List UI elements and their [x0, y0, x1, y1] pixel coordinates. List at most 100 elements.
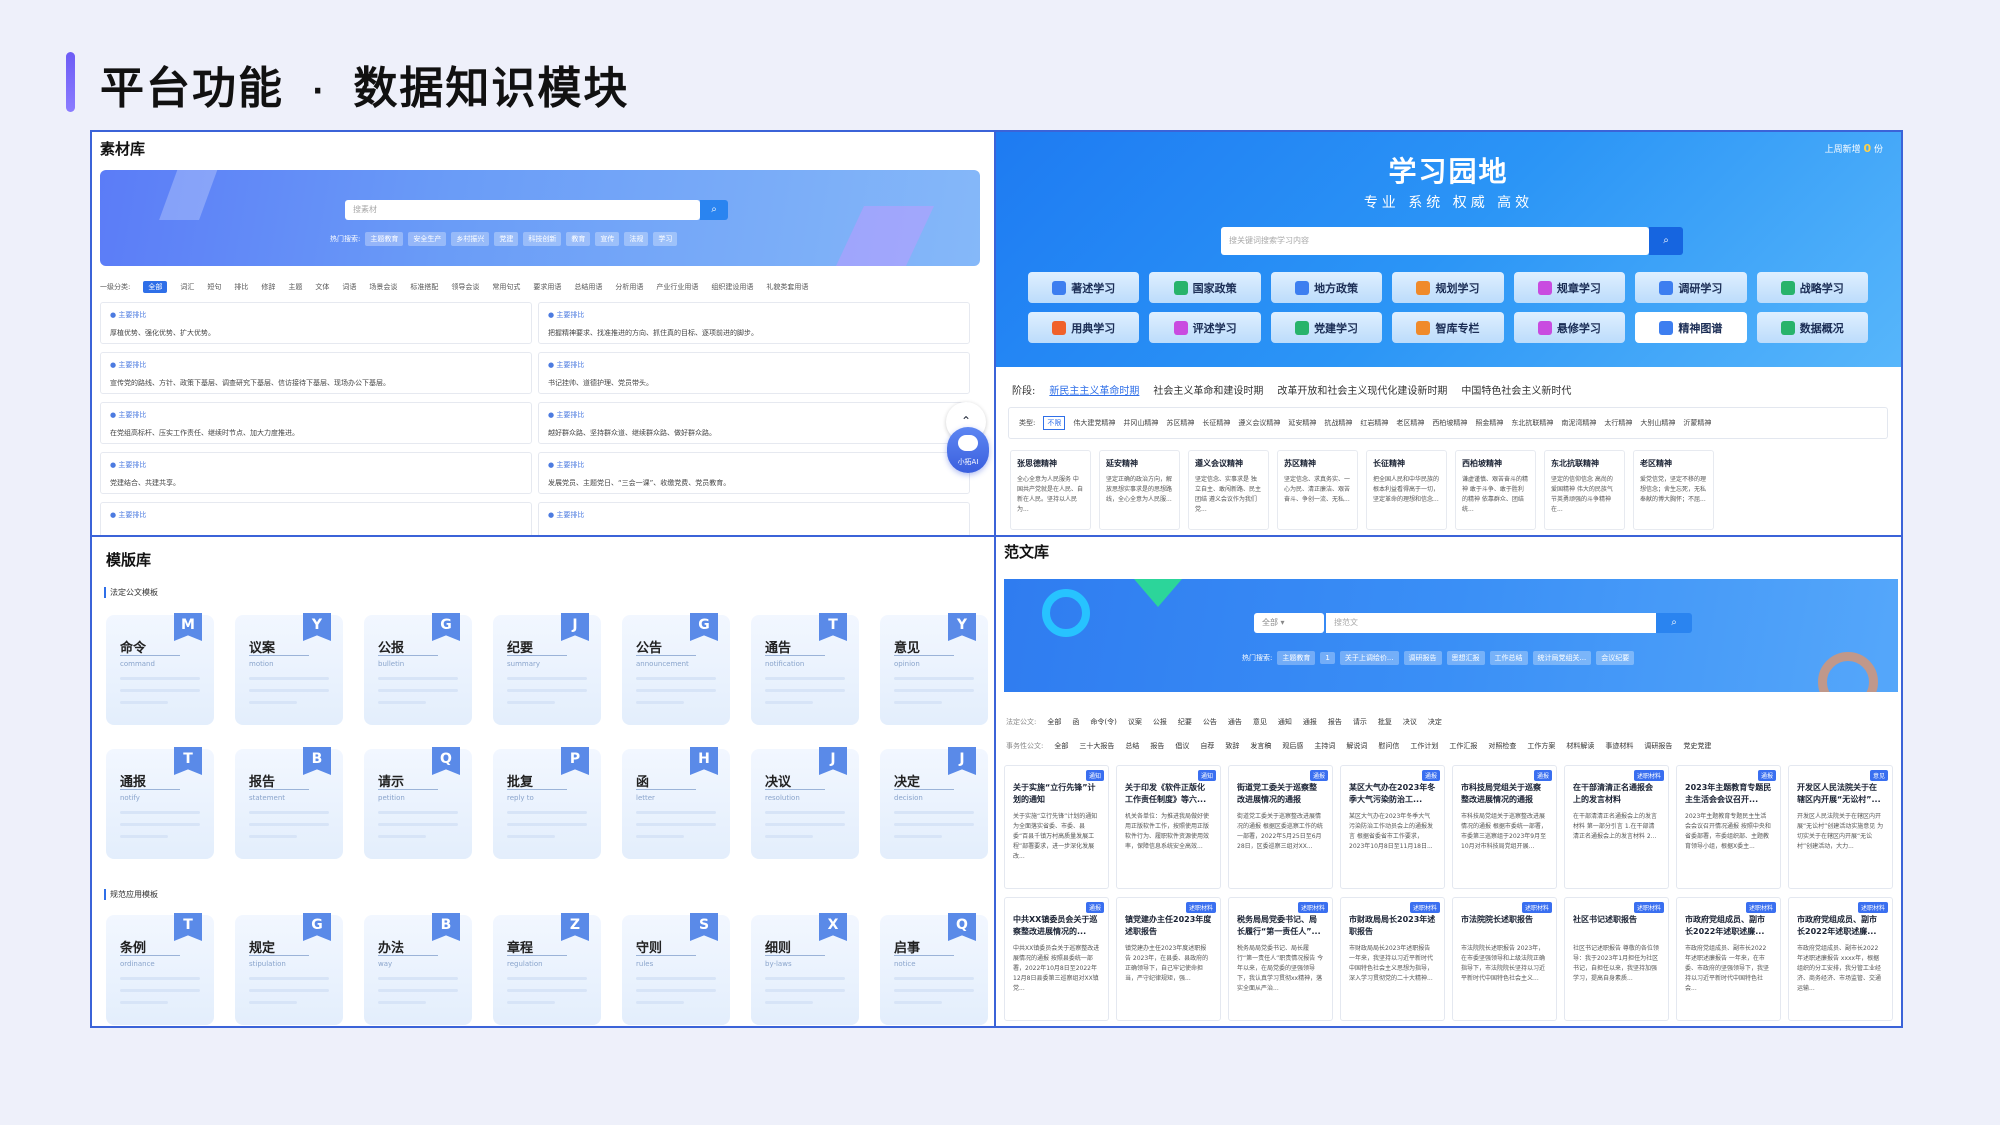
- category-item[interactable]: 全部: [143, 281, 168, 293]
- hot-search-tag[interactable]: 党建: [494, 232, 519, 246]
- study-category-button[interactable]: 数据概况: [1756, 312, 1868, 343]
- hot-search-tag[interactable]: 科技创新: [523, 232, 562, 246]
- affairs-item[interactable]: 慰问信: [1378, 741, 1399, 751]
- hot-search-tag[interactable]: 工作总结: [1489, 651, 1528, 665]
- legal-item[interactable]: 通知: [1278, 717, 1292, 727]
- study-category-button[interactable]: 评述学习: [1149, 312, 1261, 343]
- legal-item[interactable]: 函: [1072, 717, 1079, 727]
- sample-article-card[interactable]: 通报 市科技局党组关于巡察整改进展情况的通报 市科技局党组关于巡察整改进展情况的通报…: [1452, 765, 1557, 889]
- sample-article-card[interactable]: 通知 关于印发《软件正版化工作责任制度》等六... 机关各单位：为推进我局做好使用正…: [1116, 765, 1221, 889]
- legal-item[interactable]: 报告: [1328, 717, 1342, 727]
- list-item[interactable]: ● 主要排比: [538, 502, 970, 535]
- list-item[interactable]: ● 主要排比 书记挂帅、道德护理、党员带头。: [538, 352, 970, 394]
- affairs-item[interactable]: 对照检查: [1488, 741, 1516, 751]
- type-item[interactable]: 延安精神: [1288, 418, 1316, 428]
- template-card[interactable]: Q 启事 notice: [880, 913, 988, 1025]
- spirit-card[interactable]: 苏区精神 坚定信念、求真务实、一心为民、清正廉洁、艰苦奋斗、争创一流、无私...: [1277, 450, 1358, 530]
- samples-search-input[interactable]: 搜范文: [1326, 613, 1656, 633]
- template-card[interactable]: G 公告 announcement: [622, 613, 730, 725]
- spirit-card[interactable]: 遵义会议精神 坚定信念、实事求是 独立自主、敢闯新路、民主团结 遵义会议作为我们党…: [1188, 450, 1269, 530]
- category-item[interactable]: 场景会谈: [369, 282, 397, 292]
- spirit-card[interactable]: 长征精神 把全国人民和中华民族的根本利益看得高于一切，坚定革命的理想和信念...: [1366, 450, 1447, 530]
- sample-article-card[interactable]: 通报 中共XX镇委员会关于巡察整改进展情况的... 中共XX镇委员会关于巡察整改进展…: [1004, 897, 1109, 1021]
- legal-item[interactable]: 全部: [1047, 717, 1061, 727]
- affairs-item[interactable]: 发言稿: [1250, 741, 1271, 751]
- type-item[interactable]: 东北抗联精神: [1511, 418, 1553, 428]
- category-item[interactable]: 组织建设用语: [711, 282, 753, 292]
- category-item[interactable]: 礼貌类套用语: [766, 282, 808, 292]
- affairs-item[interactable]: 工作方案: [1527, 741, 1555, 751]
- hot-search-tag[interactable]: 思想汇报: [1446, 651, 1485, 665]
- study-category-button[interactable]: 战略学习: [1756, 272, 1868, 303]
- sample-article-card[interactable]: 述职材料 市财政局局长2023年述职报告 市财政局局长2023年述职报告 一年来，我…: [1340, 897, 1445, 1021]
- type-item[interactable]: 遵义会议精神: [1238, 418, 1280, 428]
- spirit-card[interactable]: 老区精神 爱党信党，坚定不移的理想信念；舍生忘死，无私奉献的博大胸怀；不屈...: [1633, 450, 1714, 530]
- study-category-button[interactable]: 精神图谱: [1635, 312, 1747, 343]
- legal-item[interactable]: 公报: [1153, 717, 1167, 727]
- study-search-button[interactable]: ⌕: [1649, 227, 1683, 255]
- affairs-item[interactable]: 主持词: [1314, 741, 1335, 751]
- list-item[interactable]: ● 主要排比 厚植优势、强化优势、扩大优势。: [100, 302, 532, 344]
- type-item[interactable]: 照金精神: [1475, 418, 1503, 428]
- affairs-item[interactable]: 倡议: [1175, 741, 1189, 751]
- type-item[interactable]: 伟大建党精神: [1073, 418, 1115, 428]
- template-card[interactable]: B 报告 statement: [235, 747, 343, 859]
- spirit-card[interactable]: 张思德精神 全心全意为人民服务 中国共产党就是在人民、自新在人民。坚持以人民为..…: [1010, 450, 1091, 530]
- affairs-item[interactable]: 工作计划: [1410, 741, 1438, 751]
- samples-type-select[interactable]: 全部 ▾: [1254, 613, 1324, 633]
- samples-search-button[interactable]: ⌕: [1656, 613, 1692, 633]
- affairs-item[interactable]: 调研报告: [1644, 741, 1672, 751]
- study-search-input[interactable]: 搜关键词搜索学习内容: [1221, 227, 1649, 255]
- spirit-card[interactable]: 东北抗联精神 坚定的信仰信念 高尚的爱国精神 伟大的民族气节英勇顽强的斗争精神 在…: [1544, 450, 1625, 530]
- ai-assistant-button[interactable]: 小拓AI: [947, 427, 989, 473]
- sample-article-card[interactable]: 通报 某区大气办在2023年冬季大气污染防治工... 某区大气办在2023年冬季大气…: [1340, 765, 1445, 889]
- category-item[interactable]: 短句: [207, 282, 221, 292]
- category-item[interactable]: 修辞: [261, 282, 275, 292]
- sample-article-card[interactable]: 述职材料 社区书记述职报告 社区书记述职报告 尊敬的各位领导：我于2023年1月担任…: [1564, 897, 1669, 1021]
- affairs-item[interactable]: 三十大报告: [1079, 741, 1114, 751]
- hot-search-tag[interactable]: 乡村振兴: [451, 232, 490, 246]
- study-category-button[interactable]: 调研学习: [1635, 272, 1747, 303]
- legal-item[interactable]: 决定: [1428, 717, 1442, 727]
- sample-article-card[interactable]: 述职材料 镇党建办主任2023年度述职报告 镇党建办主任2023年度述职报告 202…: [1116, 897, 1221, 1021]
- category-item[interactable]: 标准搭配: [410, 282, 438, 292]
- affairs-item[interactable]: 工作汇报: [1449, 741, 1477, 751]
- category-item[interactable]: 排比: [234, 282, 248, 292]
- type-item[interactable]: 老区精神: [1396, 418, 1424, 428]
- hot-search-tag[interactable]: 法规: [624, 232, 649, 246]
- spirit-card[interactable]: 西柏坡精神 谦虚谨慎、艰苦奋斗的精神 敢于斗争、敢于胜利的精神 依靠群众、团结统.…: [1455, 450, 1536, 530]
- study-category-button[interactable]: 地方政策: [1270, 272, 1383, 303]
- study-category-button[interactable]: 规划学习: [1392, 272, 1504, 303]
- affairs-item[interactable]: 材料解读: [1566, 741, 1594, 751]
- sample-article-card[interactable]: 述职材料 市政府党组成员、副市长2022年述职述廉... 市政府党组成员、副市长20…: [1788, 897, 1893, 1021]
- sample-article-card[interactable]: 通知 关于实施“立行先锋”计划的通知 关于实施“立行先锋”计划的通知 为全面落实省委…: [1004, 765, 1109, 889]
- type-item[interactable]: 沂蒙精神: [1683, 418, 1711, 428]
- template-card[interactable]: S 守则 rules: [622, 913, 730, 1025]
- hot-search-tag[interactable]: 1: [1320, 652, 1335, 664]
- sample-article-card[interactable]: 述职材料 市政府党组成员、副市长2022年述职述廉... 市政府党组成员、副市长20…: [1676, 897, 1781, 1021]
- affairs-item[interactable]: 致辞: [1225, 741, 1239, 751]
- sample-article-card[interactable]: 述职材料 税务局局党委书记、局长履行“第一责任人”... 税务局局党委书记、局长履行…: [1228, 897, 1333, 1021]
- hot-search-tag[interactable]: 教育: [566, 232, 591, 246]
- legal-item[interactable]: 纪要: [1178, 717, 1192, 727]
- affairs-item[interactable]: 自荐: [1200, 741, 1214, 751]
- category-item[interactable]: 要求用语: [533, 282, 561, 292]
- legal-item[interactable]: 批复: [1378, 717, 1392, 727]
- template-card[interactable]: Y 议案 motion: [235, 613, 343, 725]
- stage-item[interactable]: 新民主主义革命时期: [1049, 382, 1139, 397]
- sample-article-card[interactable]: 通报 街道党工委关于巡察整改进展情况的通报 街道党工委关于巡察整改进展情况的通报 根…: [1228, 765, 1333, 889]
- legal-item[interactable]: 通报: [1303, 717, 1317, 727]
- type-item[interactable]: 苏区精神: [1166, 418, 1194, 428]
- study-category-button[interactable]: 党建学习: [1270, 312, 1383, 343]
- legal-item[interactable]: 公告: [1203, 717, 1217, 727]
- study-category-button[interactable]: 规章学习: [1513, 272, 1626, 303]
- type-item[interactable]: 不限: [1043, 416, 1066, 430]
- sample-article-card[interactable]: 述职材料 在干部清清正名通报会上的发言材料 在干部清清正名通报会上的发言材料 第一部…: [1564, 765, 1669, 889]
- sample-article-card[interactable]: 述职材料 市法院院长述职报告 市法院院长述职报告 2023年，在市委坚强领导和上级法…: [1452, 897, 1557, 1021]
- stage-item[interactable]: 社会主义革命和建设时期: [1153, 382, 1263, 397]
- materials-search-input[interactable]: 搜素材: [345, 200, 700, 220]
- category-item[interactable]: 领导会谈: [451, 282, 479, 292]
- affairs-item[interactable]: 全部: [1054, 741, 1068, 751]
- template-card[interactable]: Y 意见 opinion: [880, 613, 988, 725]
- affairs-item[interactable]: 解说词: [1346, 741, 1367, 751]
